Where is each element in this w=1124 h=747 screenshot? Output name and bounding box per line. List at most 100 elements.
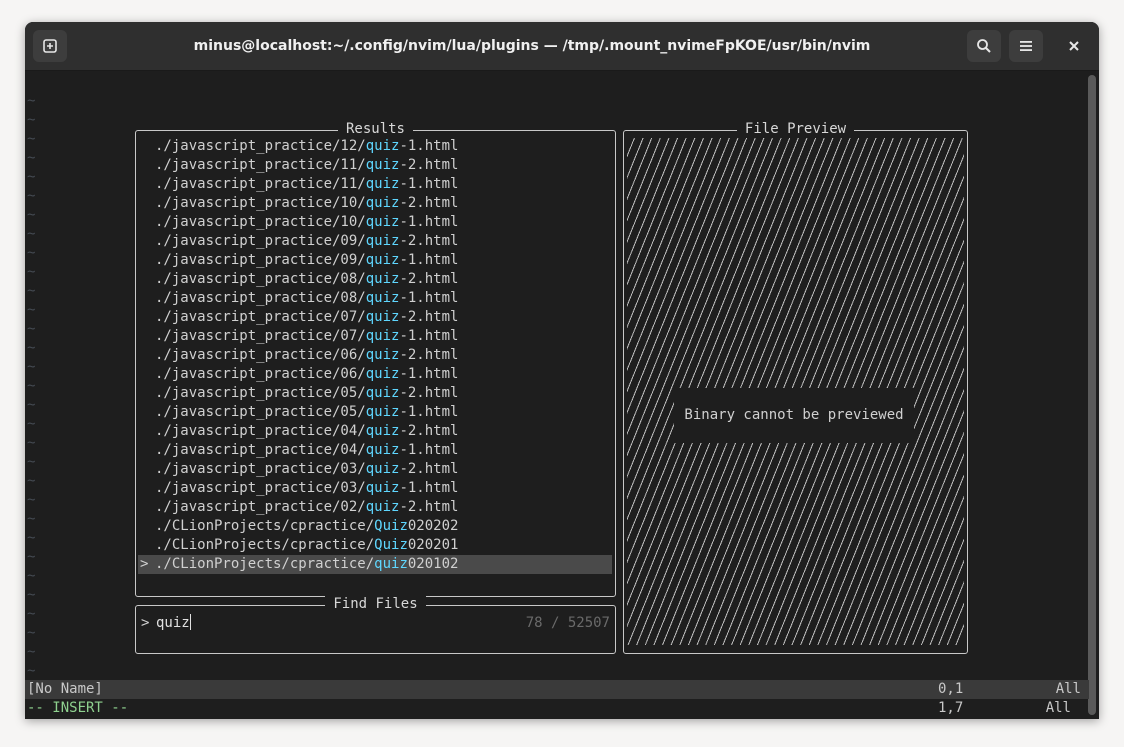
result-path-suffix: -2.html [399,347,459,363]
result-row[interactable]: ./javascript_practice/12/quiz-1.html [138,137,612,156]
result-row[interactable]: ./javascript_practice/06/quiz-1.html [138,365,612,384]
result-path-prefix: ./javascript_practice/11/ [155,157,366,173]
prompt-panel: Find Files > quiz 78 / 52507 [135,596,616,654]
result-path-suffix: -1.html [399,290,459,306]
result-row[interactable]: ./javascript_practice/03/quiz-1.html [138,479,612,498]
result-match: quiz [365,461,400,477]
empty-line-marker: ~ [27,359,36,375]
empty-line-marker: ~ [27,606,36,622]
new-tab-button[interactable] [33,30,67,62]
result-row[interactable]: ./javascript_practice/06/quiz-2.html [138,346,612,365]
empty-line-marker: ~ [27,530,36,546]
cmd-scroll: All [1045,700,1071,716]
prompt-row[interactable]: > quiz 78 / 52507 [138,614,612,633]
result-row[interactable]: ./javascript_practice/09/quiz-2.html [138,232,612,251]
empty-line-marker: ~ [27,321,36,337]
prompt-title: Find Files [325,596,426,612]
result-match: quiz [365,271,400,287]
empty-line-marker: ~ [27,397,36,413]
result-row-selected[interactable]: > ./CLionProjects/cpractice/quiz020102 [138,555,612,574]
result-path-suffix: -1.html [399,214,459,230]
result-path-prefix: ./javascript_practice/10/ [155,195,366,211]
result-match: Quiz [374,518,408,534]
close-button[interactable] [1057,30,1091,62]
empty-line-marker: ~ [27,416,36,432]
result-row[interactable]: ./javascript_practice/07/quiz-1.html [138,327,612,346]
result-row[interactable]: ./javascript_practice/11/quiz-2.html [138,156,612,175]
search-input-value: quiz [156,615,190,631]
empty-line-marker: ~ [27,169,36,185]
empty-line-marker: ~ [27,454,36,470]
result-row[interactable]: ./CLionProjects/cpractice/Quiz020201 [138,536,612,555]
result-path-prefix: ./javascript_practice/02/ [155,499,366,515]
result-row[interactable]: ./javascript_practice/02/quiz-2.html [138,498,612,517]
empty-line-marker: ~ [27,568,36,584]
text-cursor [189,614,191,630]
result-row[interactable]: ./CLionProjects/cpractice/Quiz020202 [138,517,612,536]
empty-line-marker: ~ [27,625,36,641]
result-match: quiz [365,290,400,306]
search-button[interactable] [967,30,1001,62]
result-match: quiz [365,214,400,230]
scrollbar[interactable] [1088,75,1096,715]
result-row[interactable]: ./javascript_practice/03/quiz-2.html [138,460,612,479]
result-match: quiz [365,499,400,515]
empty-line-marker: ~ [27,131,36,147]
command-line: -- INSERT -- 1,7 All [25,699,1089,718]
result-path-prefix: ./javascript_practice/05/ [155,385,366,401]
result-row[interactable]: ./javascript_practice/08/quiz-2.html [138,270,612,289]
result-path-suffix: -1.html [399,442,459,458]
result-path-suffix: -1.html [399,138,459,154]
result-path-suffix: -1.html [399,480,459,496]
empty-line-marker: ~ [27,93,36,109]
result-path-suffix: -2.html [399,309,459,325]
empty-line-marker: ~ [27,188,36,204]
result-path-suffix: -2.html [399,461,459,477]
result-path-suffix: -2.html [399,423,459,439]
menu-button[interactable] [1009,30,1043,62]
result-path-prefix: ./javascript_practice/10/ [155,214,366,230]
result-match: quiz [374,556,408,572]
empty-line-marker: ~ [27,283,36,299]
result-path-suffix: -2.html [399,499,459,515]
preview-message: Binary cannot be previewed [674,388,914,443]
result-path-suffix: 020202 [407,518,459,534]
result-path-prefix: ./CLionProjects/cpractice/ [155,537,375,553]
result-path-prefix: ./javascript_practice/08/ [155,290,366,306]
result-row[interactable]: ./javascript_practice/10/quiz-2.html [138,194,612,213]
result-row[interactable]: ./javascript_practice/05/quiz-1.html [138,403,612,422]
result-row[interactable]: ./javascript_practice/08/quiz-1.html [138,289,612,308]
result-match: quiz [365,309,400,325]
result-row[interactable]: ./javascript_practice/04/quiz-1.html [138,441,612,460]
result-row[interactable]: ./javascript_practice/11/quiz-1.html [138,175,612,194]
result-path-prefix: ./javascript_practice/06/ [155,347,366,363]
status-position: 0,1 [938,681,964,697]
status-filename: [No Name] [27,681,103,697]
terminal-window: minus@localhost:~/.config/nvim/lua/plugi… [25,22,1099,719]
result-match: quiz [365,423,400,439]
result-match: quiz [365,195,400,211]
result-match: quiz [365,442,400,458]
empty-line-marker: ~ [27,207,36,223]
result-match: quiz [365,385,400,401]
result-row[interactable]: ./javascript_practice/07/quiz-2.html [138,308,612,327]
result-path-suffix: 020201 [407,537,459,553]
empty-line-marker: ~ [27,435,36,451]
result-row[interactable]: ./javascript_practice/10/quiz-1.html [138,213,612,232]
empty-line-marker: ~ [27,302,36,318]
result-match: quiz [365,480,400,496]
result-row[interactable]: ./javascript_practice/05/quiz-2.html [138,384,612,403]
result-path-suffix: 020102 [407,556,459,572]
terminal-area[interactable]: ~ ~ ~ ~ ~ ~ ~ ~ ~ ~ ~ ~ ~ ~ ~ ~ ~ ~ ~ ~ ~ ~ ~ ~ ~ ~ ~ ~ ~ ~ ~ Results … [25,71,1099,719]
result-path-suffix: -2.html [399,385,459,401]
empty-line-marker: ~ [27,644,36,660]
result-match: quiz [365,233,400,249]
result-row[interactable]: ./javascript_practice/04/quiz-2.html [138,422,612,441]
result-path-suffix: -1.html [399,176,459,192]
result-path-prefix: ./javascript_practice/07/ [155,328,366,344]
result-row[interactable]: ./javascript_practice/09/quiz-1.html [138,251,612,270]
search-input[interactable]: quiz [156,614,191,633]
result-path-prefix: ./javascript_practice/07/ [155,309,366,325]
result-match: quiz [365,366,400,382]
empty-line-marker: ~ [27,492,36,508]
